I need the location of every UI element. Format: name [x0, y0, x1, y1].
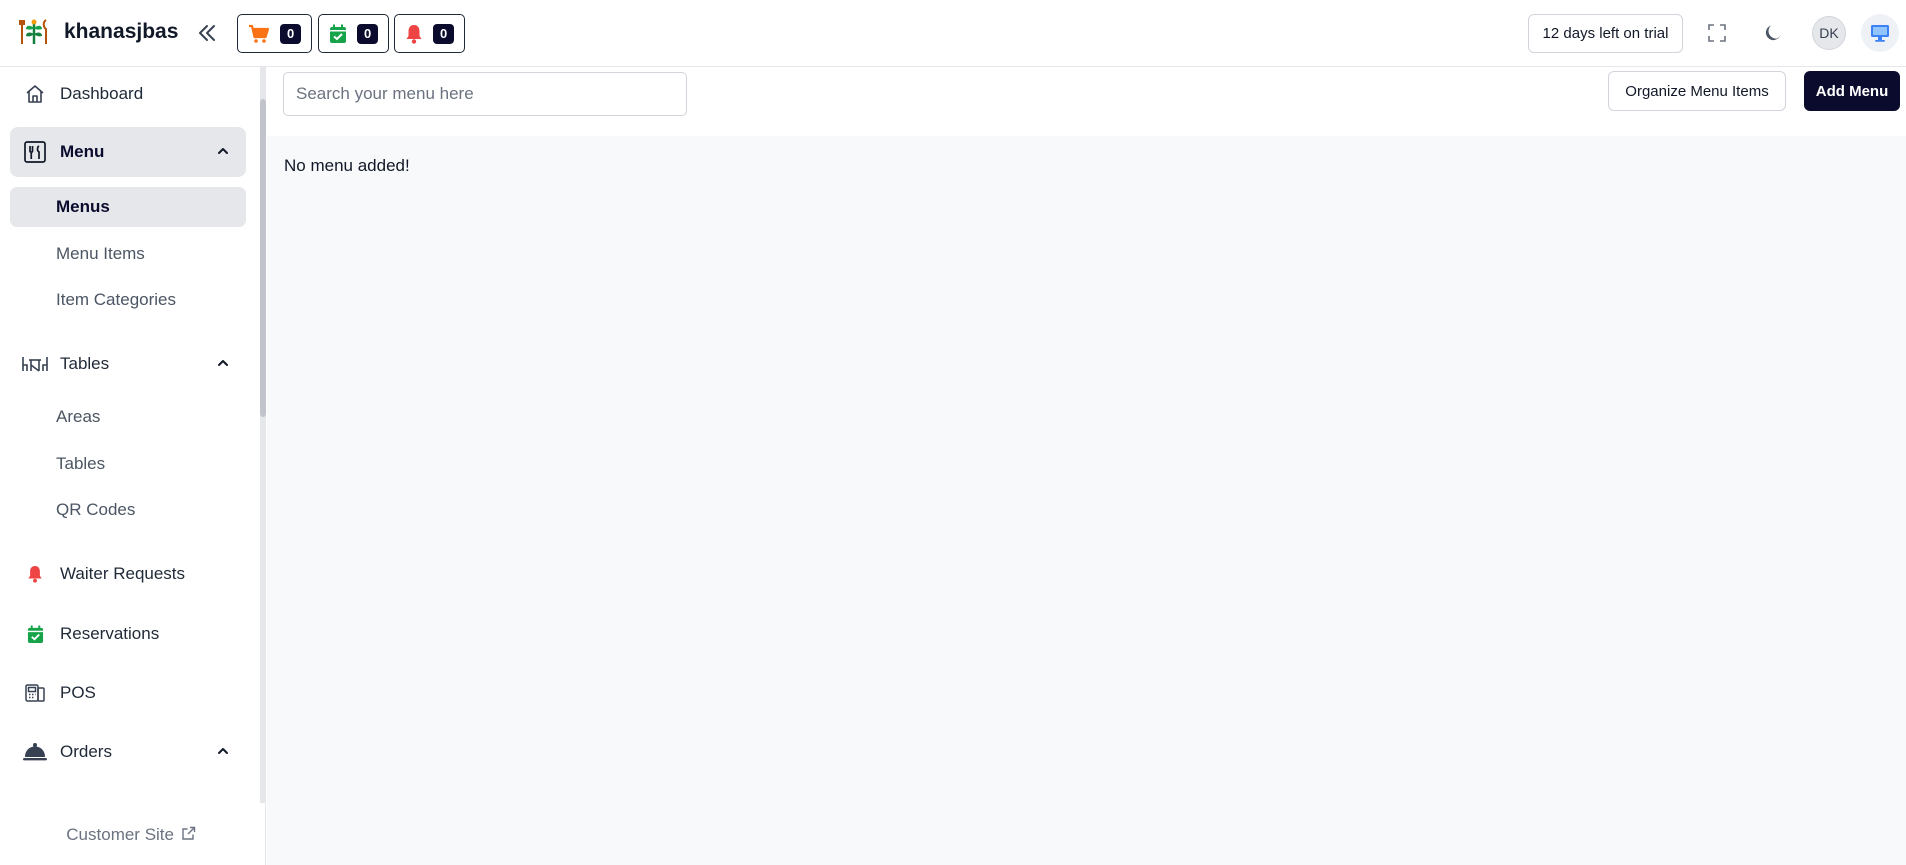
chevron-up-icon — [218, 748, 228, 754]
top-bar: khanasjbas 0 0 0 12 days left on trial D… — [0, 0, 1906, 67]
bell-icon — [406, 24, 422, 44]
sidebar-subitem-label: Tables — [56, 454, 106, 473]
menu-toolbar: Organize Menu Items Add Menu — [267, 67, 1906, 136]
waiter-requests-count-badge: 0 — [433, 23, 455, 44]
orders-counter-button[interactable]: 0 — [237, 14, 313, 53]
sidebar-item-reservations[interactable]: Reservations — [10, 609, 246, 659]
avatar[interactable]: DK — [1812, 16, 1846, 50]
sidebar-subitem-label: Menu Items — [56, 244, 145, 263]
bell-icon — [22, 561, 48, 587]
sidebar-item-tables[interactable]: Tables — [10, 339, 246, 389]
sidebar-item-label: Waiter Requests — [60, 564, 186, 583]
customer-site-label: Customer Site — [66, 825, 174, 844]
sidebar-item-label: Reservations — [60, 624, 160, 643]
sidebar-subitem-label: Item Categories — [56, 290, 176, 309]
main-content: Organize Menu Items Add Menu No menu add… — [267, 67, 1906, 865]
brand-name: khanasjbas — [64, 20, 179, 43]
menu-utensils-icon — [22, 139, 48, 165]
sidebar-item-label: Dashboard — [60, 84, 144, 103]
empty-state-message: No menu added! — [284, 156, 410, 175]
home-icon — [22, 81, 48, 107]
organize-menu-items-button[interactable]: Organize Menu Items — [1608, 71, 1786, 111]
customer-site-link[interactable]: Customer Site — [0, 825, 262, 845]
orders-count-badge: 0 — [280, 23, 302, 44]
sidebar: Dashboard Menu Menus Menu Items Item Cat… — [0, 67, 266, 865]
sidebar-subitem-areas[interactable]: Areas — [10, 397, 246, 437]
chevron-up-icon — [218, 360, 228, 366]
chevron-up-icon — [218, 148, 228, 154]
sidebar-subitem-label: Menus — [56, 197, 110, 216]
sidebar-item-dashboard[interactable]: Dashboard — [10, 69, 246, 119]
sidebar-item-label: POS — [60, 683, 96, 702]
sidebar-subitem-tables[interactable]: Tables — [10, 444, 246, 484]
double-chevron-left-icon — [199, 25, 215, 41]
collapse-sidebar-button[interactable] — [194, 20, 220, 46]
sidebar-subitem-menu-items[interactable]: Menu Items — [10, 234, 246, 274]
sidebar-item-menu[interactable]: Menu — [10, 127, 246, 177]
sidebar-subitem-menus[interactable]: Menus — [10, 187, 246, 227]
brand-logo-icon — [18, 16, 50, 48]
reservations-counter-button[interactable]: 0 — [318, 14, 390, 53]
monitor-icon — [1871, 25, 1889, 42]
display-mode-button[interactable] — [1861, 14, 1899, 52]
dark-mode-toggle[interactable] — [1760, 20, 1786, 46]
search-input[interactable] — [283, 72, 687, 116]
sidebar-item-pos[interactable]: POS — [10, 668, 246, 718]
fullscreen-icon — [1708, 24, 1726, 42]
pos-terminal-icon — [22, 680, 48, 706]
sidebar-item-orders[interactable]: Orders — [10, 727, 246, 777]
sidebar-item-label: Menu — [60, 142, 105, 161]
reservations-count-badge: 0 — [357, 23, 379, 44]
moon-icon — [1765, 25, 1781, 41]
fullscreen-button[interactable] — [1704, 20, 1730, 46]
sidebar-subitem-label: QR Codes — [56, 500, 136, 519]
trial-status-badge[interactable]: 12 days left on trial — [1528, 14, 1683, 53]
sidebar-subitem-qr-codes[interactable]: QR Codes — [10, 490, 246, 530]
calendar-check-icon — [330, 24, 346, 43]
sidebar-subitem-label: Areas — [56, 407, 101, 426]
brand[interactable]: khanasjbas — [16, 14, 178, 50]
sidebar-nav: Dashboard Menu Menus Menu Items Item Cat… — [0, 67, 262, 803]
sidebar-item-label: Tables — [60, 354, 110, 373]
add-menu-button[interactable]: Add Menu — [1804, 71, 1900, 111]
table-chairs-icon — [22, 351, 48, 377]
calendar-check-icon — [22, 621, 48, 647]
external-link-icon — [182, 826, 195, 840]
sidebar-subitem-item-categories[interactable]: Item Categories — [10, 280, 246, 320]
sidebar-item-label: Orders — [60, 742, 112, 761]
sidebar-scrollbar-thumb[interactable] — [260, 99, 266, 417]
cart-icon — [249, 24, 270, 43]
sidebar-item-waiter-requests[interactable]: Waiter Requests — [10, 549, 246, 599]
cloche-icon — [22, 739, 48, 765]
waiter-requests-counter-button[interactable]: 0 — [394, 14, 466, 53]
